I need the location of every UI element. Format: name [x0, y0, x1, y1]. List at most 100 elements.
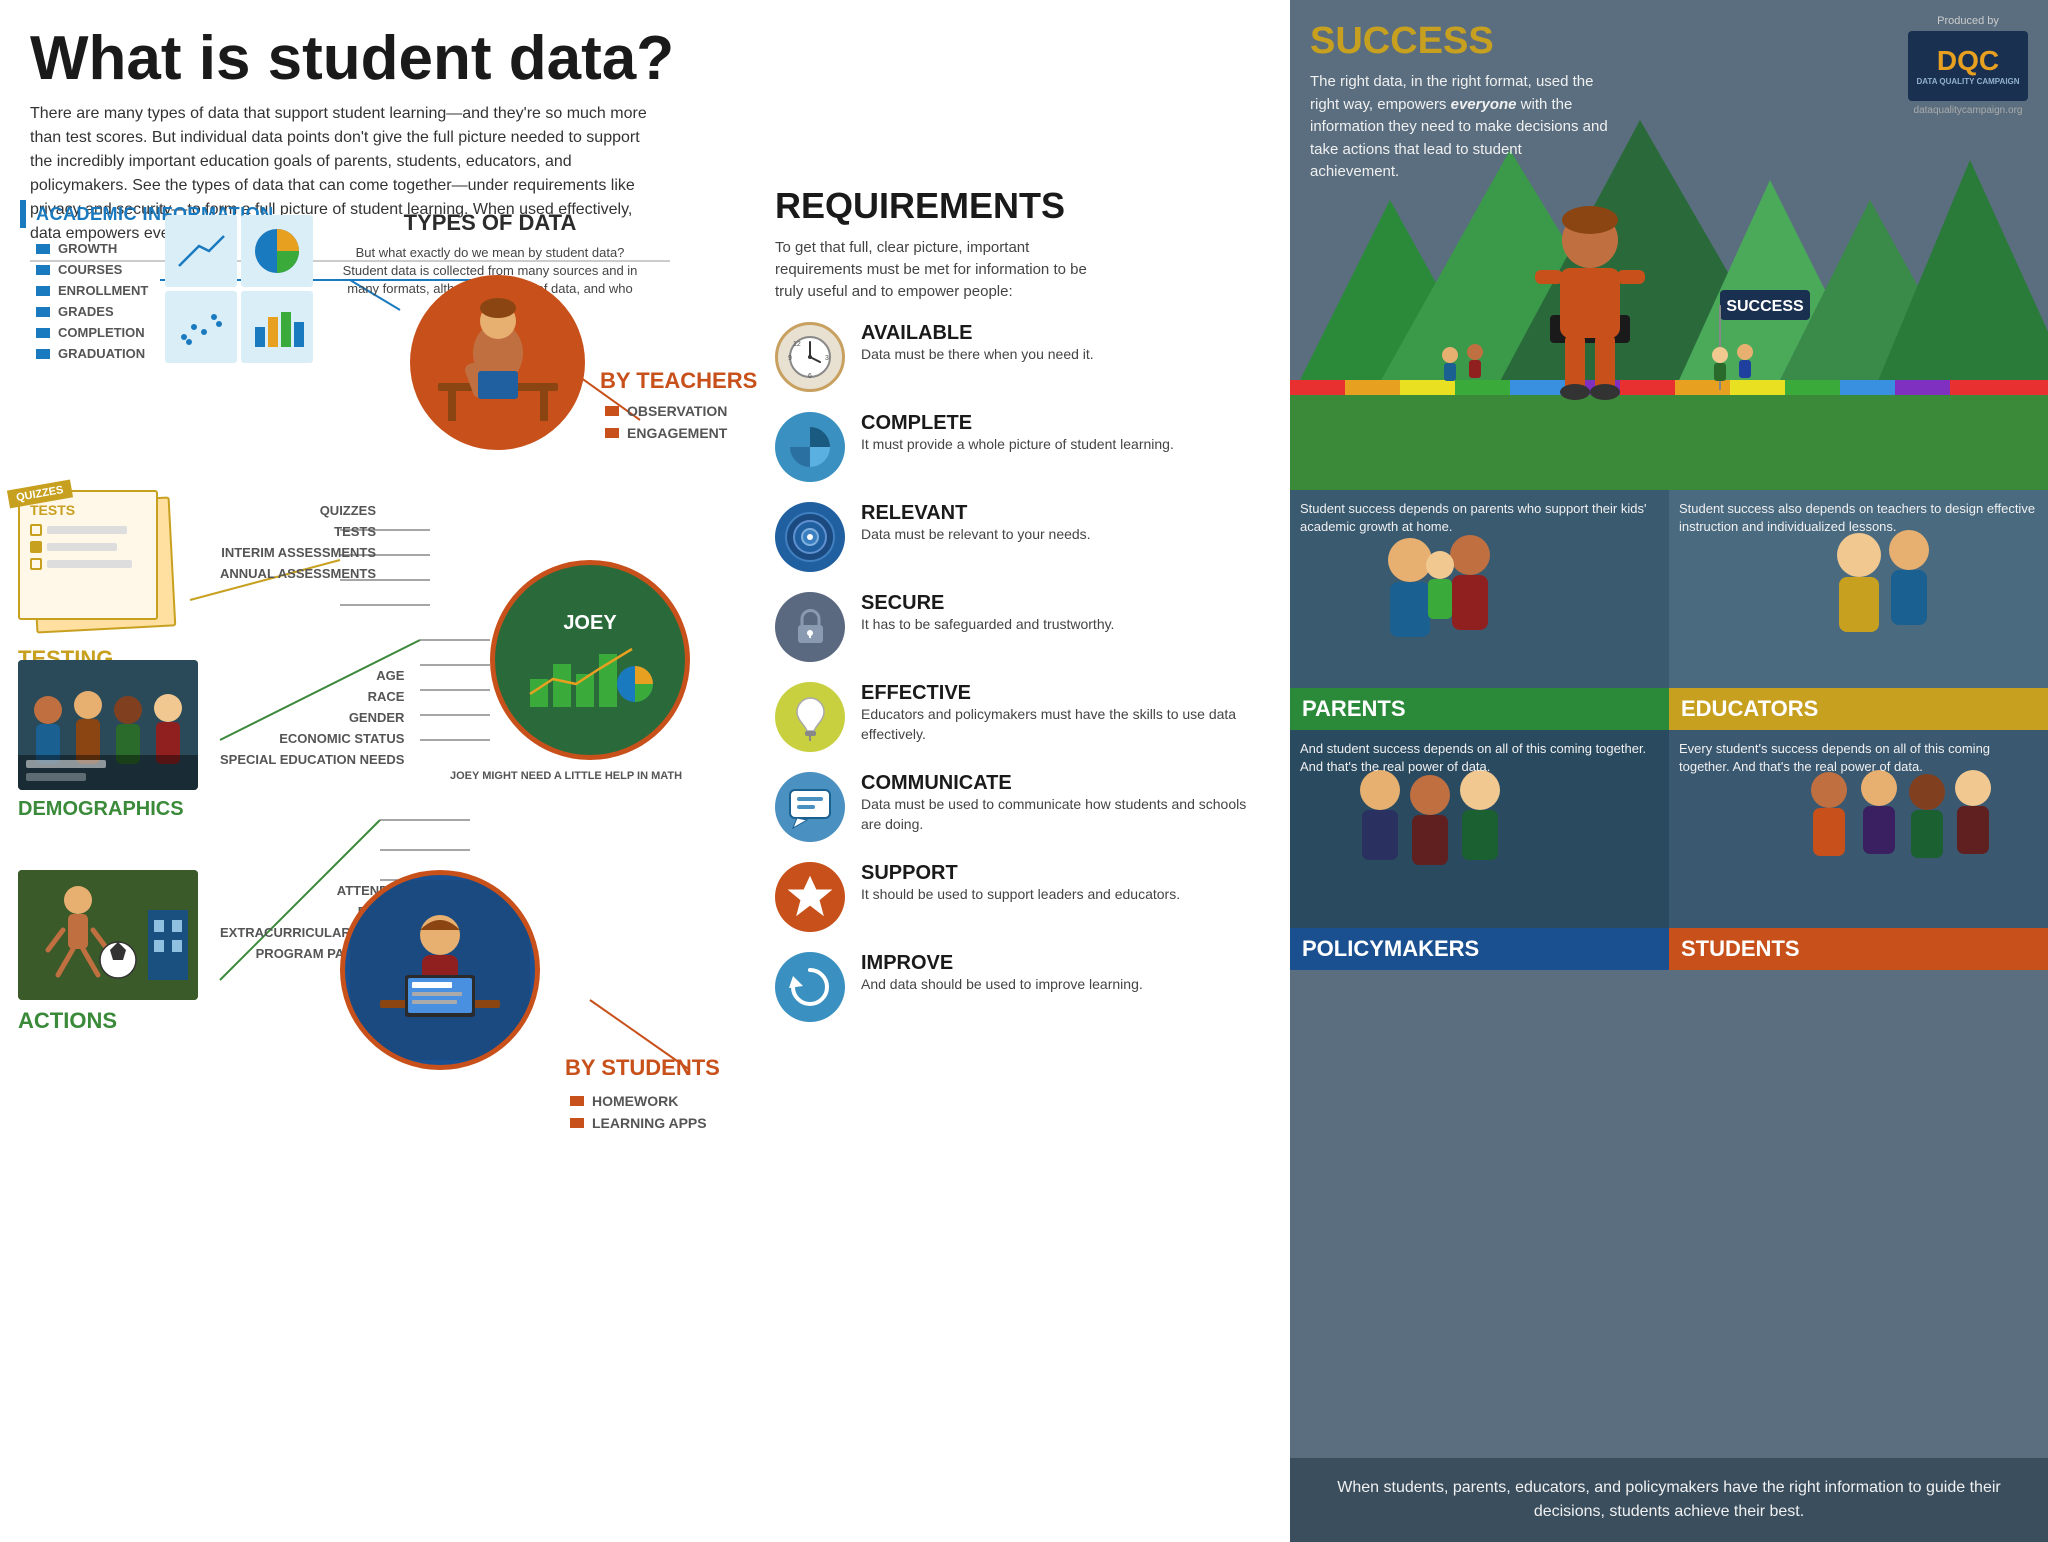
req-complete-desc: It must provide a whole picture of stude… — [861, 435, 1174, 455]
req-support-text: SUPPORT It should be used to support lea… — [861, 862, 1180, 905]
improve-icon — [775, 952, 845, 1022]
dqc-full-name: DATA QUALITY CAMPAIGN — [1916, 77, 2019, 87]
parents-desc: Student success depends on parents who s… — [1300, 500, 1659, 536]
chart-line — [165, 215, 237, 287]
svg-text:SUCCESS: SUCCESS — [1726, 298, 1804, 315]
students-label: BY STUDENTS — [565, 1055, 720, 1081]
teachers-list: OBSERVATION ENGAGEMENT — [605, 400, 727, 444]
complete-icon — [775, 412, 845, 482]
demographics-section: DEMOGRAPHICS — [18, 660, 198, 821]
req-relevant-text: RELEVANT Data must be relevant to your n… — [861, 502, 1091, 545]
req-complete: COMPLETE It must provide a whole picture… — [775, 412, 1265, 482]
bottom-cta-text: When students, parents, educators, and p… — [1310, 1476, 2028, 1524]
requirements-title: REQUIREMENTS — [775, 185, 1265, 227]
req-complete-text: COMPLETE It must provide a whole picture… — [861, 412, 1174, 455]
svg-text:6: 6 — [808, 373, 812, 380]
req-effective-text: EFFECTIVE Educators and policymakers mus… — [861, 682, 1265, 744]
svg-text:12: 12 — [793, 341, 801, 348]
req-available-desc: Data must be there when you need it. — [861, 345, 1094, 365]
testing-list: QUIZZES TESTS INTERIM ASSESSMENTS ANNUAL… — [220, 500, 376, 584]
joey-name: JOEY — [563, 612, 616, 635]
success-quadrants: Student success depends on parents who s… — [1290, 490, 2048, 970]
success-description: The right data, in the right format, use… — [1310, 71, 1610, 184]
req-improve-desc: And data should be used to improve learn… — [861, 975, 1143, 995]
req-relevant-desc: Data must be relevant to your needs. — [861, 525, 1091, 545]
bottom-cta: When students, parents, educators, and p… — [1290, 1458, 2048, 1542]
demographics-list: AGE RACE GENDER ECONOMIC STATUS SPECIAL … — [220, 665, 404, 770]
secure-icon — [775, 592, 845, 662]
req-secure-text: SECURE It has to be safeguarded and trus… — [861, 592, 1114, 635]
quad-educators: Student success also depends on teachers… — [1669, 490, 2048, 730]
req-improve-name: IMPROVE — [861, 952, 1143, 975]
req-available: 12 3 6 9 AVAILABLE Data must be there wh… — [775, 322, 1265, 392]
requirements-section: REQUIREMENTS To get that full, clear pic… — [775, 185, 1265, 1042]
req-effective: EFFECTIVE Educators and policymakers mus… — [775, 682, 1265, 752]
students-quad-label-text: STUDENTS — [1681, 936, 1800, 961]
req-available-name: AVAILABLE — [861, 322, 1094, 345]
testing-illustration: TESTS QUIZZES — [18, 490, 198, 640]
available-icon: 12 3 6 9 — [775, 322, 845, 392]
req-improve: IMPROVE And data should be used to impro… — [775, 952, 1265, 1022]
policymakers-desc: And student success depends on all of th… — [1300, 740, 1659, 776]
testing-item-interim: INTERIM ASSESSMENTS — [220, 542, 376, 563]
website: dataqualitycampaign.org — [1903, 105, 2033, 116]
right-panel: Produced by DQC DATA QUALITY CAMPAIGN da… — [1290, 0, 2048, 1542]
academic-charts — [165, 215, 313, 363]
communicate-icon — [775, 772, 845, 842]
req-support: SUPPORT It should be used to support lea… — [775, 862, 1265, 932]
success-title: SUCCESS The right data, in the right for… — [1310, 20, 1610, 184]
testing-item-quizzes: QUIZZES — [220, 500, 376, 521]
success-heading: SUCCESS — [1310, 20, 1610, 63]
chart-bar — [241, 291, 313, 363]
quad-parents: Student success depends on parents who s… — [1290, 490, 1669, 730]
demo-item-age: AGE — [220, 665, 404, 686]
req-relevant: RELEVANT Data must be relevant to your n… — [775, 502, 1265, 572]
svg-text:9: 9 — [788, 355, 792, 362]
educators-desc: Student success also depends on teachers… — [1679, 500, 2038, 536]
req-secure-desc: It has to be safeguarded and trustworthy… — [861, 615, 1114, 635]
requirements-description: To get that full, clear picture, importa… — [775, 237, 1095, 302]
demo-item-economic: ECONOMIC STATUS — [220, 728, 404, 749]
demographics-label: DEMOGRAPHICS — [18, 798, 198, 821]
actions-label: ACTIONS — [18, 1008, 198, 1034]
relevant-icon — [775, 502, 845, 572]
req-support-name: SUPPORT — [861, 862, 1180, 885]
req-effective-desc: Educators and policymakers must have the… — [861, 705, 1265, 744]
students-circle — [340, 870, 540, 1070]
testing-item-annual: ANNUAL ASSESSMENTS — [220, 563, 376, 584]
req-communicate-desc: Data must be used to communicate how stu… — [861, 795, 1265, 834]
testing-section: TESTS QUIZZES TESTING — [18, 490, 198, 672]
quad-policymakers: And student success depends on all of th… — [1290, 730, 1669, 970]
teachers-item-engagement: ENGAGEMENT — [605, 422, 727, 444]
req-support-desc: It should be used to support leaders and… — [861, 885, 1180, 905]
req-secure: SECURE It has to be safeguarded and trus… — [775, 592, 1265, 662]
parents-label: PARENTS — [1290, 688, 1669, 730]
policymakers-label-text: POLICYMAKERS — [1302, 936, 1479, 961]
req-relevant-name: RELEVANT — [861, 502, 1091, 525]
quad-students: Every student's success depends on all o… — [1669, 730, 2048, 970]
parents-label-text: PARENTS — [1302, 696, 1406, 721]
educators-label-text: EDUCATORS — [1681, 696, 1818, 721]
testing-item-tests: TESTS — [220, 521, 376, 542]
svg-text:3: 3 — [825, 355, 829, 362]
students-item-homework: HOMEWORK — [570, 1090, 707, 1112]
actions-image — [18, 870, 198, 1000]
students-quad-label: STUDENTS — [1669, 928, 2048, 970]
req-available-text: AVAILABLE Data must be there when you ne… — [861, 322, 1094, 365]
dqc-branding: Produced by DQC DATA QUALITY CAMPAIGN da… — [1903, 15, 2033, 116]
educators-label: EDUCATORS — [1669, 688, 2048, 730]
req-secure-name: SECURE — [861, 592, 1114, 615]
teachers-item-observation: OBSERVATION — [605, 400, 727, 422]
req-effective-name: EFFECTIVE — [861, 682, 1265, 705]
req-communicate-text: COMMUNICATE Data must be used to communi… — [861, 772, 1265, 834]
students-item-apps: LEARNING APPS — [570, 1112, 707, 1134]
joey-note: JOEY MIGHT NEED A LITTLE HELP IN MATH — [450, 770, 682, 782]
types-title: TYPES OF DATA — [340, 210, 640, 236]
req-communicate-name: COMMUNICATE — [861, 772, 1265, 795]
dqc-logo: DQC DATA QUALITY CAMPAIGN — [1908, 31, 2028, 101]
students-list: HOMEWORK LEARNING APPS — [570, 1090, 707, 1134]
teachers-label: BY TEACHERS — [600, 368, 757, 394]
main-content: What is student data? There are many typ… — [0, 0, 1290, 1542]
policymakers-label: POLICYMAKERS — [1290, 928, 1669, 970]
support-icon — [775, 862, 845, 932]
